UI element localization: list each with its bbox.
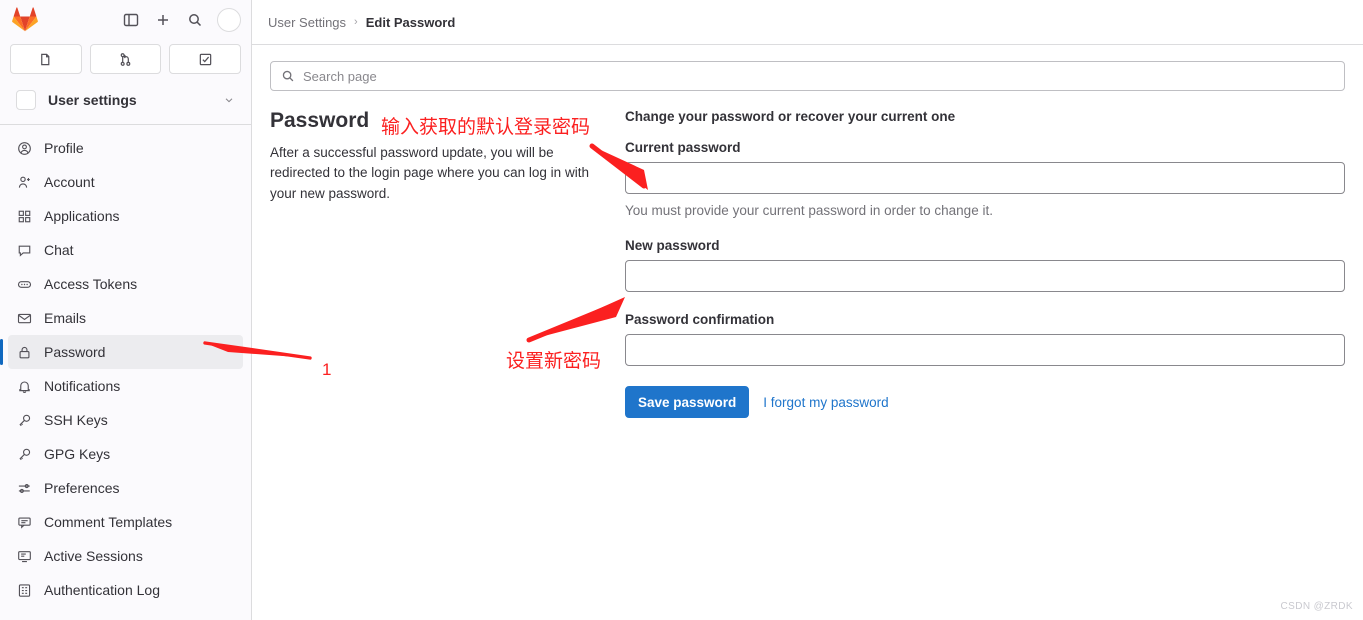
- sidebar-item-notifications[interactable]: Notifications: [8, 369, 243, 403]
- chevron-down-icon: [223, 94, 235, 106]
- password-confirmation-input[interactable]: [625, 334, 1345, 366]
- sidebar-item-label: Applications: [44, 208, 120, 224]
- page-description: After a successful password update, you …: [270, 145, 589, 201]
- sidebar-divider: [0, 124, 251, 125]
- create-new-button[interactable]: [149, 6, 177, 34]
- forgot-password-link[interactable]: I forgot my password: [763, 395, 888, 410]
- sidebar-item-profile[interactable]: Profile: [8, 131, 243, 165]
- lock-icon: [16, 344, 32, 360]
- settings-description-column: Password After a successful password upd…: [270, 109, 625, 418]
- context-avatar: [16, 89, 36, 110]
- toggle-sidebar-button[interactable]: [117, 6, 145, 34]
- current-password-help: You must provide your current password i…: [625, 203, 993, 218]
- token-icon: [16, 276, 32, 292]
- settings-content: Password After a successful password upd…: [252, 91, 1363, 418]
- sidebar-item-label: Comment Templates: [44, 514, 173, 530]
- sidebar-item-ssh-keys[interactable]: SSH Keys: [8, 403, 243, 437]
- plus-icon: [158, 15, 168, 25]
- new-password-label: New password: [625, 238, 720, 253]
- sidebar-item-authentication-log[interactable]: Authentication Log: [8, 573, 243, 607]
- field-group-current-password: Current password You must provide your c…: [625, 140, 1345, 218]
- sidebar-item-comment-templates[interactable]: Comment Templates: [8, 505, 243, 539]
- current-password-label: Current password: [625, 140, 741, 155]
- email-icon: [16, 310, 32, 326]
- sidebar-toolbar: [0, 0, 251, 40]
- issues-icon: [41, 53, 50, 65]
- shortcut-issues[interactable]: [10, 44, 82, 74]
- sidebar: User settings Profile Account Applicatio…: [0, 0, 252, 620]
- applications-icon: [16, 208, 32, 224]
- profile-icon: [16, 140, 32, 156]
- monitor-icon: [16, 548, 32, 564]
- comment-icon: [16, 514, 32, 530]
- sidebar-item-label: Emails: [44, 310, 87, 326]
- new-password-input[interactable]: [625, 260, 1345, 292]
- sidebar-item-label: Authentication Log: [44, 582, 160, 598]
- user-avatar-button[interactable]: [217, 8, 241, 32]
- save-password-button[interactable]: Save password: [625, 386, 750, 418]
- sidebar-item-emails[interactable]: Emails: [8, 301, 243, 335]
- search-input[interactable]: [303, 68, 1334, 84]
- main-content: User Settings › Edit Password Password A…: [252, 0, 1363, 620]
- breadcrumb-root-link[interactable]: User Settings: [268, 15, 346, 30]
- page-title: Password: [270, 109, 370, 132]
- watermark: CSDN @ZRDK: [1280, 601, 1353, 612]
- sidebar-item-label: Chat: [44, 242, 74, 258]
- breadcrumb: User Settings › Edit Password: [252, 0, 1363, 45]
- sidebar-item-access-tokens[interactable]: Access Tokens: [8, 267, 243, 301]
- preferences-icon: [16, 480, 32, 496]
- sidebar-item-gpg-keys[interactable]: GPG Keys: [8, 437, 243, 471]
- sidebar-item-active-sessions[interactable]: Active Sessions: [8, 539, 243, 573]
- log-icon: [16, 582, 32, 598]
- sidebar-item-chat[interactable]: Chat: [8, 233, 243, 267]
- gitlab-tanuki-logo[interactable]: [12, 7, 38, 33]
- breadcrumb-separator-icon: ›: [354, 16, 358, 28]
- sidebar-item-label: Active Sessions: [44, 548, 143, 564]
- search-icon: [281, 69, 295, 83]
- sidebar-item-account[interactable]: Account: [8, 165, 243, 199]
- shortcut-todos[interactable]: [169, 44, 242, 74]
- bell-icon: [16, 378, 32, 394]
- form-heading: Change your password or recover your cur…: [625, 109, 956, 124]
- sidebar-item-label: Notifications: [44, 378, 121, 394]
- sidebar-nav: Profile Account Applications Chat Access…: [0, 131, 251, 620]
- shortcut-merge-requests[interactable]: [89, 44, 162, 74]
- field-group-password-confirmation: Password confirmation: [625, 312, 1345, 366]
- current-password-input[interactable]: [625, 162, 1345, 194]
- context-switcher[interactable]: User settings: [8, 82, 243, 118]
- search-page-wrapper: [252, 45, 1363, 91]
- search-button[interactable]: [181, 6, 209, 34]
- sidebar-shortcuts: [0, 40, 251, 82]
- chat-icon: [16, 242, 32, 258]
- sidebar-item-label: Password: [44, 344, 106, 360]
- sidebar-item-password[interactable]: Password: [0, 335, 243, 369]
- sidebar-item-preferences[interactable]: Preferences: [8, 471, 243, 505]
- sidebar-item-label: Profile: [44, 140, 84, 156]
- breadcrumb-current: Edit Password: [365, 14, 456, 30]
- sidebar-item-applications[interactable]: Applications: [8, 199, 243, 233]
- key-icon: [16, 446, 32, 462]
- sidebar-item-label: GPG Keys: [44, 446, 111, 462]
- sidebar-toggle-icon: [123, 13, 139, 27]
- password-form: Change your password or recover your cur…: [625, 109, 1345, 418]
- account-icon: [16, 174, 32, 190]
- app-root: User settings Profile Account Applicatio…: [0, 0, 1363, 620]
- key-icon: [16, 412, 32, 428]
- sidebar-item-label: Access Tokens: [44, 276, 138, 292]
- sidebar-item-label: SSH Keys: [44, 412, 108, 428]
- search-page-box[interactable]: [270, 61, 1345, 91]
- field-group-new-password: New password: [625, 238, 1345, 292]
- merge-request-icon: [120, 52, 131, 66]
- context-switcher-label: User settings: [48, 91, 137, 108]
- sidebar-item-label: Account: [44, 174, 95, 190]
- todos-icon: [199, 53, 211, 65]
- password-confirmation-label: Password confirmation: [625, 312, 775, 327]
- search-icon: [189, 14, 202, 27]
- form-actions: Save password I forgot my password: [625, 386, 1345, 418]
- sidebar-item-label: Preferences: [44, 480, 120, 496]
